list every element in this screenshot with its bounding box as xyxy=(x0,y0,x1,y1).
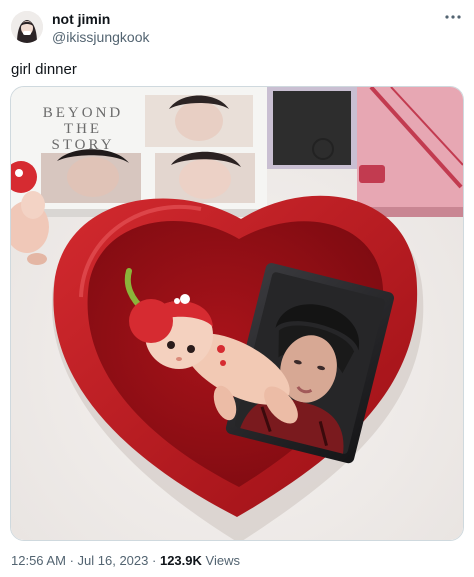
meta-separator: · xyxy=(69,553,74,568)
tweet-text: girl dinner xyxy=(11,61,77,78)
tweet-card: not jimin @ikissjungkook girl dinner BEY… xyxy=(0,0,474,577)
display-name[interactable]: not jimin xyxy=(52,11,110,28)
handle[interactable]: @ikissjungkook xyxy=(52,29,149,46)
book-title-line2: THE xyxy=(64,121,102,137)
tweet-time[interactable]: 12:56 AM xyxy=(11,553,66,568)
tweet-photo[interactable]: BEYOND THE STORY xyxy=(10,86,464,541)
tweet-date[interactable]: Jul 16, 2023 xyxy=(78,553,149,568)
pink-box xyxy=(357,87,463,217)
views-count[interactable]: 123.9K xyxy=(160,553,202,568)
book-title-line3: STORY xyxy=(51,137,114,153)
mirror-frame xyxy=(267,87,357,169)
avatar[interactable] xyxy=(11,11,43,43)
avatar-image xyxy=(11,11,43,43)
views-label: Views xyxy=(205,553,240,568)
more-horizontal-icon[interactable] xyxy=(442,10,464,24)
photo-image: BEYOND THE STORY xyxy=(11,87,463,540)
tweet-meta: 12:56 AM · Jul 16, 2023 · 123.9K Views xyxy=(11,553,240,569)
book: BEYOND THE STORY xyxy=(11,87,267,217)
meta-separator: · xyxy=(152,553,157,568)
book-title-line1: BEYOND xyxy=(43,105,124,121)
